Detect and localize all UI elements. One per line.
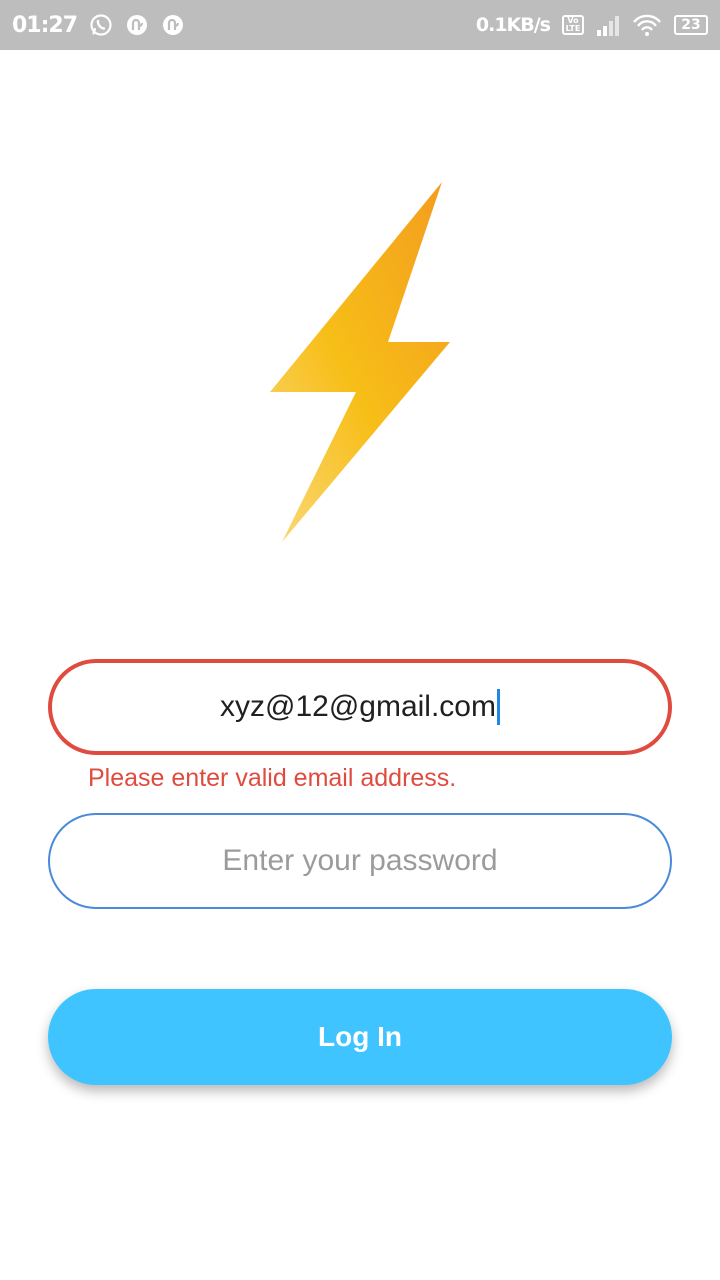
login-button[interactable]: Log In	[48, 989, 672, 1085]
network-speed: 0.1KB/s	[475, 14, 551, 36]
lightning-bolt-icon	[270, 182, 450, 542]
battery-icon: 23	[674, 15, 708, 35]
wifi-icon	[632, 13, 662, 37]
email-field[interactable]: xyz@12@gmail.com	[48, 659, 672, 755]
volte-icon: Vo LTE	[562, 15, 584, 35]
status-time: 01:27	[12, 12, 78, 38]
app-notification-icon	[161, 13, 185, 37]
password-field[interactable]: Enter your password	[48, 813, 672, 909]
status-bar: 01:27 0.1KB/s Vo LTE 23	[0, 0, 720, 50]
email-input-value: xyz@12@gmail.com	[220, 690, 496, 723]
app-notification-icon	[125, 13, 149, 37]
status-bar-left: 01:27	[12, 13, 185, 38]
login-screen: 01:27 0.1KB/s Vo LTE 23 xyz@12@gmail.com…	[0, 0, 720, 1280]
signal-icon	[596, 14, 620, 36]
whatsapp-icon	[89, 13, 113, 37]
status-bar-right: 0.1KB/s Vo LTE 23	[476, 13, 708, 37]
login-button-label: Log In	[318, 1021, 402, 1052]
text-cursor	[496, 689, 500, 725]
password-placeholder: Enter your password	[222, 844, 498, 877]
email-error-message: Please enter valid email address.	[88, 764, 457, 792]
